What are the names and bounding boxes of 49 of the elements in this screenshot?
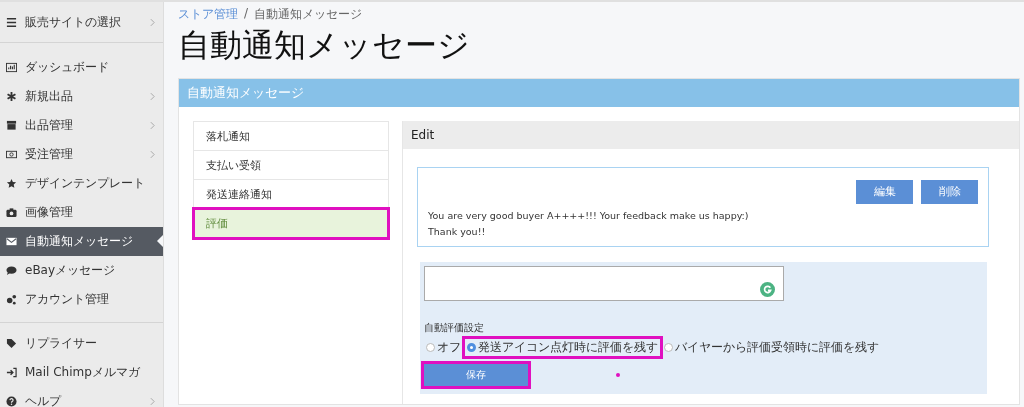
sidebar-item[interactable]: 画像管理: [0, 198, 163, 227]
money-icon: [6, 149, 17, 160]
radio-option[interactable]: 発送アイコン点灯時に評価を残す: [465, 339, 660, 356]
breadcrumb-separator: /: [244, 6, 249, 22]
breadcrumb-current: 自動通知メッセージ: [254, 6, 363, 23]
message-input-field[interactable]: [424, 266, 784, 301]
sidebar-item[interactable]: eBayメッセージ: [0, 256, 163, 285]
chart-icon: [6, 62, 17, 73]
sidebar-item[interactable]: 新規出品: [0, 82, 163, 111]
message-type-tab[interactable]: 支払い受領: [194, 151, 388, 180]
form-label: 自動評価設定: [424, 321, 485, 335]
message-type-tab[interactable]: 落札通知: [194, 122, 388, 151]
sidebar-item[interactable]: アカウント管理: [0, 285, 163, 314]
sidebar-item[interactable]: 受注管理: [0, 140, 163, 169]
sidebar-item[interactable]: 出品管理: [0, 111, 163, 140]
message-text: You are very good buyer A++++!!! Your feedback make us happy:): [428, 209, 750, 223]
radio-option[interactable]: オフ: [424, 339, 463, 356]
message-type-tab[interactable]: 評価: [194, 209, 388, 238]
sidebar-item[interactable]: デザインテンプレート: [0, 169, 163, 198]
tag-icon: [6, 338, 17, 349]
pointer-notch-icon: [157, 235, 163, 247]
camera-icon: [6, 207, 17, 218]
archive-icon: [6, 120, 17, 131]
site-selector[interactable]: 販売サイトの選択: [0, 2, 163, 43]
sidebar-item[interactable]: 自動通知メッセージ: [0, 227, 163, 256]
radio-option[interactable]: バイヤーから評価受領時に評価を残す: [662, 339, 881, 356]
star-icon: [6, 178, 17, 189]
panel-header: 自動通知メッセージ: [179, 79, 1019, 107]
sidebar-item[interactable]: ダッシュボード: [0, 53, 163, 82]
grammar-check-icon: [760, 282, 775, 297]
chevron-icon: [150, 92, 155, 101]
chevron-icon: [150, 150, 155, 159]
comment-icon: [6, 265, 17, 276]
radio-button[interactable]: [426, 343, 435, 352]
edit-header: Edit: [403, 121, 1019, 149]
signin-icon: [6, 367, 17, 378]
sidebar-item[interactable]: リプライサー: [0, 329, 163, 358]
envelope-icon: [6, 236, 17, 247]
page-title: 自動通知メッセージ: [178, 25, 471, 65]
sidebar-item[interactable]: Mail Chimpメルマガ: [0, 358, 163, 387]
asterisk-icon: [6, 91, 17, 102]
chevron-icon: [150, 397, 155, 406]
radio-button[interactable]: [664, 343, 673, 352]
chevron-icon: [150, 121, 155, 130]
sidebar-item[interactable]: ヘルプ: [0, 387, 163, 407]
chevron-icon: [150, 17, 155, 27]
menu-icon: [6, 16, 17, 28]
message-text: Thank you!!: [428, 225, 487, 239]
radio-button[interactable]: [467, 343, 476, 352]
